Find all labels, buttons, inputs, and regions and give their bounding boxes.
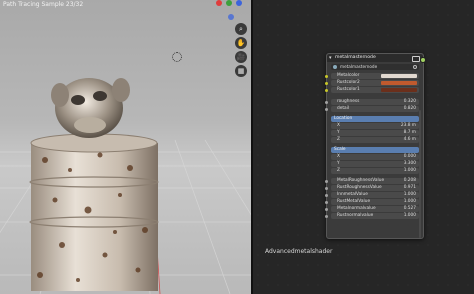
input-rustroughnessvalue[interactable]: RustRoughnessValue 0.971 bbox=[325, 185, 419, 191]
node-group-metalmasternode[interactable]: ▾ metalmasternode metalmasternode Metalc… bbox=[325, 53, 426, 239]
render-scene bbox=[0, 78, 251, 294]
input-innmetalvalue[interactable]: InnmetalValue 1.000 bbox=[325, 192, 419, 198]
input-x[interactable]: X 23.8 m bbox=[331, 123, 419, 129]
rusty-barrel bbox=[29, 133, 159, 291]
input-value[interactable]: 0.000 bbox=[404, 154, 416, 160]
section-label: Scale bbox=[334, 147, 346, 152]
input-y[interactable]: Y 3.300 bbox=[331, 161, 419, 167]
collapse-arrow-icon[interactable]: ▾ bbox=[329, 55, 332, 61]
node-group-icon bbox=[412, 56, 420, 62]
input-rustmetalvalue[interactable]: RustMetalValue 1.000 bbox=[325, 199, 419, 205]
output-socket[interactable] bbox=[420, 57, 426, 63]
input-socket[interactable] bbox=[325, 107, 328, 111]
input-value[interactable]: 8.7 m bbox=[404, 130, 416, 136]
input-label: Y bbox=[337, 130, 340, 135]
input-socket[interactable] bbox=[325, 179, 328, 183]
input-label: detail bbox=[337, 106, 350, 111]
input-value[interactable]: 0.527 bbox=[404, 206, 416, 212]
input-rustcolor1[interactable]: Rustcolor1 bbox=[325, 87, 419, 93]
input-label: Rustcolor1 bbox=[337, 87, 360, 92]
hand-icon[interactable]: ✋ bbox=[235, 37, 247, 49]
input-metalcolor[interactable]: Metalcolor bbox=[325, 73, 419, 79]
chrome-monkey bbox=[51, 78, 130, 138]
input-label: Rustnormalvalue bbox=[337, 213, 374, 218]
input-label: RustRoughnessValue bbox=[337, 185, 382, 190]
input-label: Rustcolor2 bbox=[337, 80, 360, 85]
input-value[interactable]: 4.6 m bbox=[404, 137, 416, 143]
color-swatch[interactable] bbox=[381, 81, 417, 85]
gizmo-x-icon[interactable] bbox=[216, 0, 222, 6]
input-socket[interactable] bbox=[325, 186, 328, 190]
input-label: X bbox=[337, 123, 340, 128]
input-socket[interactable] bbox=[325, 81, 328, 85]
input-value[interactable]: 1.000 bbox=[404, 192, 416, 198]
input-socket[interactable] bbox=[325, 74, 328, 78]
input-value[interactable]: 1.000 bbox=[404, 168, 416, 174]
input-label: Z bbox=[337, 137, 340, 142]
input-value[interactable]: 3.300 bbox=[404, 161, 416, 167]
input-x[interactable]: X 0.000 bbox=[331, 154, 419, 160]
node-header[interactable]: ▾ metalmasternode bbox=[327, 54, 423, 62]
gizmo-neg-z-icon[interactable] bbox=[228, 14, 234, 20]
input-value[interactable]: 0.971 bbox=[404, 185, 416, 191]
input-label: Metalnormalvalue bbox=[337, 206, 376, 211]
input-label: Metalcolor bbox=[337, 73, 360, 78]
node-scrollbar[interactable] bbox=[419, 110, 421, 238]
input-socket[interactable] bbox=[325, 193, 328, 197]
input-socket[interactable] bbox=[325, 207, 328, 211]
input-z[interactable]: Z 4.6 m bbox=[331, 137, 419, 143]
color-swatch[interactable] bbox=[381, 74, 417, 78]
node-title: metalmasternode bbox=[335, 55, 376, 60]
input-rustnormalvalue[interactable]: Rustnormalvalue 1.000 bbox=[325, 213, 419, 219]
grid-icon[interactable]: ▦ bbox=[235, 65, 247, 77]
magnify-icon[interactable]: ⌕ bbox=[235, 23, 247, 35]
editor-label: Advancedmetalshader bbox=[265, 248, 333, 255]
input-label: InnmetalValue bbox=[337, 192, 368, 197]
input-label: Z bbox=[337, 168, 340, 173]
input-socket[interactable] bbox=[325, 214, 328, 218]
input-value[interactable]: 1.000 bbox=[404, 199, 416, 205]
input-label: Y bbox=[337, 161, 340, 166]
node-tree-name: metalmasternode bbox=[340, 64, 378, 69]
shader-node-editor[interactable]: ▾ metalmasternode metalmasternode Metalc… bbox=[253, 0, 474, 294]
input-metalnormalvalue[interactable]: Metalnormalvalue 0.527 bbox=[325, 206, 419, 212]
input-y[interactable]: Y 8.7 m bbox=[331, 130, 419, 136]
input-value[interactable]: 1.000 bbox=[404, 213, 416, 219]
gizmo-y-icon[interactable] bbox=[226, 0, 232, 6]
light-gizmo-icon bbox=[172, 52, 182, 62]
input-detail[interactable]: detail 0.820 bbox=[325, 106, 419, 112]
input-label: RustMetalValue bbox=[337, 199, 371, 204]
input-label: X bbox=[337, 154, 340, 159]
viewport-3d[interactable]: Path Tracing Sample 23/32 ⌕ ✋ 🎥 ▦ bbox=[0, 0, 251, 294]
node-tree-selector[interactable]: metalmasternode bbox=[331, 64, 419, 70]
input-rustcolor2[interactable]: Rustcolor2 bbox=[325, 80, 419, 86]
render-status-text: Path Tracing Sample 23/32 bbox=[3, 1, 84, 8]
blender-window: Path Tracing Sample 23/32 ⌕ ✋ 🎥 ▦ ▾ meta… bbox=[0, 0, 474, 294]
input-roughness[interactable]: roughness 0.320 bbox=[325, 99, 419, 105]
input-label: MetalRoughnessValue bbox=[337, 178, 385, 183]
input-value[interactable]: 0.820 bbox=[404, 106, 416, 112]
section-location[interactable]: Location bbox=[331, 116, 419, 122]
input-socket[interactable] bbox=[325, 200, 328, 204]
input-socket[interactable] bbox=[325, 100, 328, 104]
camera-icon[interactable]: 🎥 bbox=[235, 51, 247, 63]
input-value[interactable]: 0.320 bbox=[404, 99, 416, 105]
node-tree-icon bbox=[333, 65, 337, 69]
input-socket[interactable] bbox=[325, 88, 328, 92]
input-z[interactable]: Z 1.000 bbox=[331, 168, 419, 174]
section-scale[interactable]: Scale bbox=[331, 147, 419, 153]
input-metalroughnessvalue[interactable]: MetalRoughnessValue 0.208 bbox=[325, 178, 419, 184]
fake-user-icon[interactable] bbox=[413, 65, 417, 69]
gizmo-z-icon[interactable] bbox=[236, 0, 242, 6]
input-value[interactable]: 23.8 m bbox=[401, 123, 416, 129]
color-swatch[interactable] bbox=[381, 88, 417, 92]
input-label: roughness bbox=[337, 99, 360, 104]
section-label: Location bbox=[334, 116, 353, 121]
input-value[interactable]: 0.208 bbox=[404, 178, 416, 184]
